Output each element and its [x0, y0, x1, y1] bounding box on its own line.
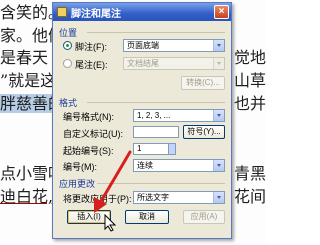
dropdown-arrow-icon[interactable] — [213, 160, 224, 171]
dialog-title: 脚注和尾注 — [71, 8, 121, 20]
format-section-label: 格式 — [59, 98, 78, 108]
dialog-titlebar[interactable]: 脚注和尾注 × — [53, 3, 231, 21]
format-divider — [87, 102, 225, 103]
dropdown-arrow-icon[interactable] — [213, 40, 224, 51]
apply-to-select[interactable]: 所选文字 — [133, 191, 225, 204]
location-section-label: 位置 — [59, 28, 78, 38]
numbering-value: 连续 — [137, 161, 153, 170]
close-icon[interactable]: × — [214, 5, 229, 19]
apply-to-label: 将更改应用于(P): — [63, 194, 132, 204]
dropdown-arrow-icon[interactable] — [213, 58, 224, 69]
start-at-input[interactable]: 1 — [133, 143, 169, 155]
endnote-label: 尾注(E): — [75, 60, 108, 70]
doc-right-line-2: 山草 — [233, 71, 266, 90]
apply-section-label: 应用更改 — [59, 179, 96, 189]
start-at-label: 起始编号(S): — [63, 146, 114, 156]
doc-line-4: ”就是这 — [0, 71, 57, 90]
footnote-position-select[interactable]: 页面底端 — [123, 39, 225, 52]
endnote-radio[interactable] — [63, 59, 72, 68]
doc-right-line-3: 也并 — [233, 94, 266, 113]
dropdown-arrow-icon[interactable] — [213, 110, 224, 121]
apply-to-value: 所选文字 — [137, 193, 169, 202]
custom-mark-input[interactable] — [133, 126, 179, 138]
footnote-endnote-dialog: 脚注和尾注 × 位置 脚注(F): 页面底端 尾注(E): 文档结尾 转换(C)… — [52, 2, 232, 239]
footnote-position-value: 页面底端 — [127, 41, 159, 50]
convert-button[interactable]: 转换(C)... — [181, 76, 225, 90]
endnote-position-value: 文档结尾 — [127, 59, 159, 68]
number-format-label: 编号格式(N): — [63, 112, 114, 122]
doc-line-3: 是春天 — [0, 48, 49, 67]
custom-mark-label: 自定义标记(U): — [63, 129, 123, 139]
numbering-label: 编号(M): — [63, 162, 97, 172]
location-divider — [87, 32, 225, 33]
doc-right-line-1: 觉地 — [233, 48, 266, 67]
mouse-cursor-icon — [104, 214, 116, 232]
cancel-button[interactable]: 取消 — [125, 210, 169, 224]
apply-divider — [97, 183, 225, 184]
number-format-select[interactable]: 1, 2, 3, ... — [133, 109, 225, 122]
footnote-label: 脚注(F): — [75, 42, 107, 52]
symbol-button[interactable]: 符号(Y)... — [183, 125, 225, 139]
footnote-radio[interactable] — [63, 41, 72, 50]
endnote-position-select[interactable]: 文档结尾 — [123, 57, 225, 70]
doc-line-7: 迪白花, — [0, 187, 54, 206]
number-format-value: 1, 2, 3, ... — [137, 111, 171, 120]
numbering-select[interactable]: 连续 — [133, 159, 225, 172]
doc-right-line-4: 青黑 — [233, 164, 266, 183]
spin-arrow-icon[interactable] — [168, 143, 176, 155]
dialog-app-icon — [57, 7, 67, 17]
dropdown-arrow-icon[interactable] — [213, 192, 224, 203]
apply-button[interactable]: 应用(A) — [183, 210, 225, 224]
doc-right-line-5: 花间 — [233, 187, 266, 206]
